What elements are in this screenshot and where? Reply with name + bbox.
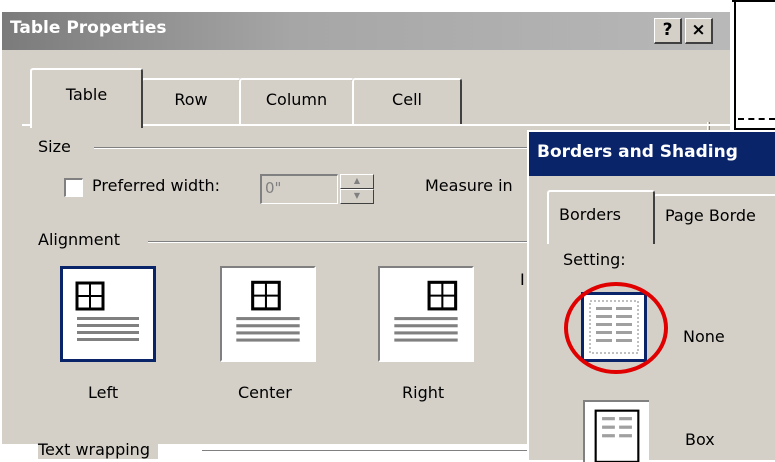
setting-label: Setting: bbox=[563, 250, 626, 269]
setting-none-label: None bbox=[683, 327, 725, 346]
help-button[interactable]: ? bbox=[654, 18, 682, 44]
setting-box-option[interactable] bbox=[583, 400, 649, 462]
alignment-center-option[interactable] bbox=[220, 266, 316, 362]
setting-box-label: Box bbox=[685, 430, 715, 449]
table-properties-titlebar: Table Properties ? × bbox=[2, 12, 730, 50]
red-highlight-circle bbox=[564, 282, 668, 374]
alignment-left-label: Left bbox=[88, 383, 119, 402]
preferred-width-spinner[interactable]: ▲ ▼ bbox=[340, 174, 374, 204]
alignment-center-label: Center bbox=[238, 383, 292, 402]
table-align-center-icon bbox=[236, 280, 300, 342]
size-group-label: Size bbox=[38, 137, 79, 156]
borders-and-shading-dialog: Borders and Shading Borders Page Borde S… bbox=[527, 130, 775, 462]
spin-up-button[interactable]: ▲ bbox=[340, 174, 374, 189]
tab-column[interactable]: Column bbox=[239, 78, 354, 126]
spin-down-button[interactable]: ▼ bbox=[340, 189, 374, 204]
dialog-title: Borders and Shading bbox=[537, 142, 738, 162]
tab-cell[interactable]: Cell bbox=[352, 78, 462, 126]
borders-shading-titlebar: Borders and Shading bbox=[529, 132, 775, 176]
alignment-right-option[interactable] bbox=[378, 266, 474, 362]
indent-label-cutoff: I bbox=[520, 270, 525, 289]
preferred-width-input[interactable]: 0" bbox=[260, 174, 338, 204]
table-align-right-icon bbox=[394, 280, 458, 342]
document-table-border bbox=[732, 0, 775, 2]
dialog-title: Table Properties bbox=[10, 18, 167, 38]
tab-row[interactable]: Row bbox=[141, 78, 241, 126]
alignment-left-option[interactable] bbox=[60, 266, 156, 362]
table-align-left-icon bbox=[75, 281, 139, 341]
tab-table[interactable]: Table bbox=[30, 68, 143, 128]
alignment-right-label: Right bbox=[402, 383, 445, 402]
document-table-gridline bbox=[738, 118, 775, 120]
tab-label: Page Borde bbox=[665, 206, 756, 225]
tab-label: Borders bbox=[559, 205, 621, 224]
tab-label: Cell bbox=[392, 90, 422, 109]
preferred-width-label: Preferred width: bbox=[92, 176, 221, 195]
preferred-width-checkbox[interactable] bbox=[64, 178, 83, 197]
tab-page-border[interactable]: Page Borde bbox=[653, 194, 775, 240]
close-button[interactable]: × bbox=[685, 18, 713, 44]
document-table-border bbox=[734, 0, 736, 130]
tab-label: Row bbox=[174, 90, 208, 109]
measure-in-label: Measure in bbox=[425, 176, 513, 195]
tab-label: Table bbox=[65, 85, 108, 104]
border-box-icon bbox=[594, 409, 640, 462]
tab-borders[interactable]: Borders bbox=[547, 190, 655, 244]
alignment-group-label: Alignment bbox=[38, 230, 128, 249]
tab-label: Column bbox=[265, 90, 328, 109]
text-wrapping-group-label: Text wrapping bbox=[38, 440, 158, 459]
